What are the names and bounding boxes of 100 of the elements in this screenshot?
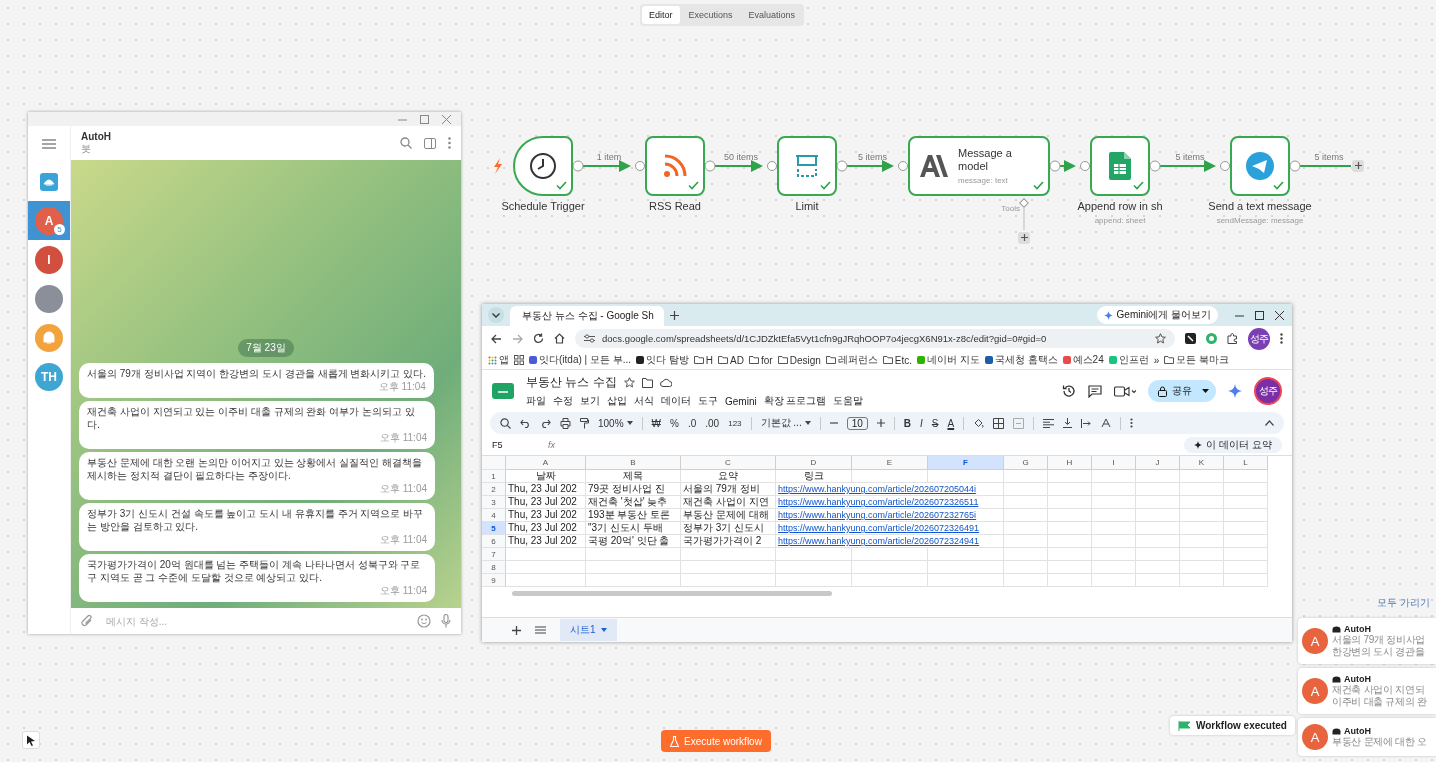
star-icon[interactable] <box>1155 333 1166 344</box>
paperclip-icon[interactable] <box>81 614 94 628</box>
menu-item[interactable]: 보기 <box>580 394 600 408</box>
back-icon[interactable] <box>491 333 502 344</box>
column-header[interactable]: A <box>506 456 586 470</box>
column-header[interactable]: K <box>1180 456 1224 470</box>
horizontal-scrollbar[interactable] <box>512 591 832 596</box>
link[interactable]: https://www.hankyung.com/article/202607232765i <box>778 510 977 520</box>
workflow-node[interactable]: Message a model message: text <box>908 136 1050 196</box>
add-tool-button[interactable] <box>1018 232 1030 244</box>
vertical-align-icon[interactable] <box>1063 418 1073 428</box>
currency-format-button[interactable]: ₩ <box>651 417 662 429</box>
extension-icon[interactable] <box>1185 333 1196 344</box>
undo-icon[interactable] <box>520 418 531 428</box>
bookmark[interactable]: 예스24 <box>1062 353 1104 367</box>
user-avatar[interactable]: 성주 <box>1254 377 1282 405</box>
output-handle[interactable] <box>704 160 716 172</box>
strikethrough-button[interactable]: S <box>931 417 939 429</box>
view-tab[interactable]: Editor <box>642 6 680 24</box>
bookmark[interactable]: AD <box>718 354 744 366</box>
share-button[interactable]: 공유 <box>1148 380 1216 402</box>
chat-list-item[interactable]: I <box>28 240 70 279</box>
workflow-node[interactable] <box>645 136 705 196</box>
menu-item[interactable]: 확장 프로그램 <box>763 394 827 408</box>
bold-button[interactable]: B <box>903 417 912 429</box>
menu-item[interactable]: 서식 <box>634 394 654 408</box>
column-header[interactable]: H <box>1048 456 1092 470</box>
sheet-tab[interactable]: 시트1 <box>560 619 617 641</box>
ask-gemini-button[interactable]: Gemini에게 물어보기 <box>1096 306 1218 324</box>
fill-color-icon[interactable] <box>973 417 985 429</box>
site-settings-icon[interactable] <box>584 334 595 343</box>
summarize-data-button[interactable]: 이 데이터 요약 <box>1184 436 1282 453</box>
italic-button[interactable]: I <box>920 417 923 429</box>
link[interactable]: https://www.hankyung.com/article/2026072326491 <box>778 523 980 533</box>
bookmark[interactable]: Design <box>777 354 821 366</box>
more-icon[interactable] <box>1280 333 1283 344</box>
borders-icon[interactable] <box>993 417 1005 429</box>
sidebar-toggle-button[interactable] <box>424 137 436 149</box>
workflow-node[interactable] <box>1090 136 1150 196</box>
row-header[interactable]: 9 <box>482 574 506 587</box>
column-header[interactable]: J <box>1136 456 1180 470</box>
input-handle[interactable] <box>898 161 908 171</box>
bookmark[interactable]: 앱 <box>488 353 509 367</box>
column-header[interactable]: G <box>1004 456 1048 470</box>
chat-list-item[interactable]: A 5 <box>28 201 70 240</box>
profile-avatar[interactable]: 성주 <box>1248 327 1270 350</box>
reload-icon[interactable] <box>533 333 544 344</box>
row-header[interactable]: 4 <box>482 509 506 522</box>
row-header[interactable]: 2 <box>482 483 506 496</box>
output-handle[interactable] <box>1049 160 1061 172</box>
cloud-icon[interactable] <box>659 378 672 387</box>
tab-list-button[interactable] <box>488 307 504 323</box>
row-header[interactable]: 7 <box>482 548 506 561</box>
bookmark[interactable]: H <box>693 354 714 366</box>
notification-card[interactable]: A AutoH 재건축 사업이 지연되 이주비 대출 규제의 완 <box>1298 668 1436 714</box>
bookmark[interactable]: 인프런 <box>1108 353 1149 367</box>
paint-format-icon[interactable] <box>580 417 589 429</box>
sparkle-icon[interactable] <box>1228 384 1242 398</box>
row-header[interactable]: 3 <box>482 496 506 509</box>
output-handle[interactable] <box>836 160 848 172</box>
more-button[interactable] <box>448 137 451 149</box>
font-size-field[interactable]: 10 <box>846 416 868 430</box>
bookmark[interactable]: 레퍼런스 <box>825 353 878 367</box>
new-tab-button[interactable] <box>670 310 679 320</box>
video-call-icon[interactable] <box>1114 385 1136 397</box>
minus-icon[interactable] <box>829 419 838 427</box>
view-tab[interactable]: Executions <box>681 6 740 24</box>
column-header[interactable]: L <box>1224 456 1268 470</box>
bookmark[interactable]: Etc. <box>882 354 913 366</box>
font-dropdown[interactable]: 기본값 ... <box>760 416 811 430</box>
menu-item[interactable]: 도구 <box>698 394 718 408</box>
history-icon[interactable] <box>1062 384 1076 398</box>
notification-card[interactable]: A AutoH 서울의 79개 정비사업 한강변의 도시 경관을 <box>1298 618 1436 664</box>
link[interactable]: https://www.hankyung.com/article/2026072326511 <box>778 497 979 507</box>
collapse-icon[interactable] <box>1265 420 1274 426</box>
text-color-button[interactable]: A <box>947 417 955 429</box>
redo-icon[interactable] <box>540 418 551 428</box>
more-formats-button[interactable]: 123 <box>728 418 742 428</box>
input-handle[interactable] <box>1080 161 1090 171</box>
menu-item[interactable]: Gemini <box>725 394 757 408</box>
browser-tab[interactable]: 부동산 뉴스 수집 - Google Sh <box>510 306 664 326</box>
output-handle[interactable] <box>1149 160 1161 172</box>
bookmark[interactable]: 국세청 홈택스 <box>984 353 1058 367</box>
close-button[interactable] <box>1272 309 1286 321</box>
comment-icon[interactable] <box>1088 384 1102 398</box>
menu-item[interactable]: 도움말 <box>833 394 864 408</box>
puzzle-icon[interactable] <box>1227 333 1238 344</box>
row-header[interactable]: 8 <box>482 561 506 574</box>
column-header[interactable]: F <box>928 456 1004 470</box>
menu-item[interactable]: 데이터 <box>661 394 691 408</box>
align-left-icon[interactable] <box>1043 418 1055 428</box>
output-handle[interactable] <box>572 160 584 172</box>
star-icon[interactable] <box>623 377 635 388</box>
add-node-button[interactable] <box>1352 160 1364 172</box>
link[interactable]: https://www.hankyung.com/article/2026072324941 <box>778 536 980 546</box>
bookmark[interactable]: 모든 북마크 <box>1164 353 1230 367</box>
merge-cells-icon[interactable] <box>1013 417 1025 429</box>
bookmark[interactable]: 잇다(itda) | 모든 부... <box>529 353 632 367</box>
notification-card[interactable]: A AutoH 부동산 문제에 대한 오 <box>1298 718 1436 756</box>
link[interactable]: https://www.hankyung.com/article/202607205044i <box>778 484 977 494</box>
